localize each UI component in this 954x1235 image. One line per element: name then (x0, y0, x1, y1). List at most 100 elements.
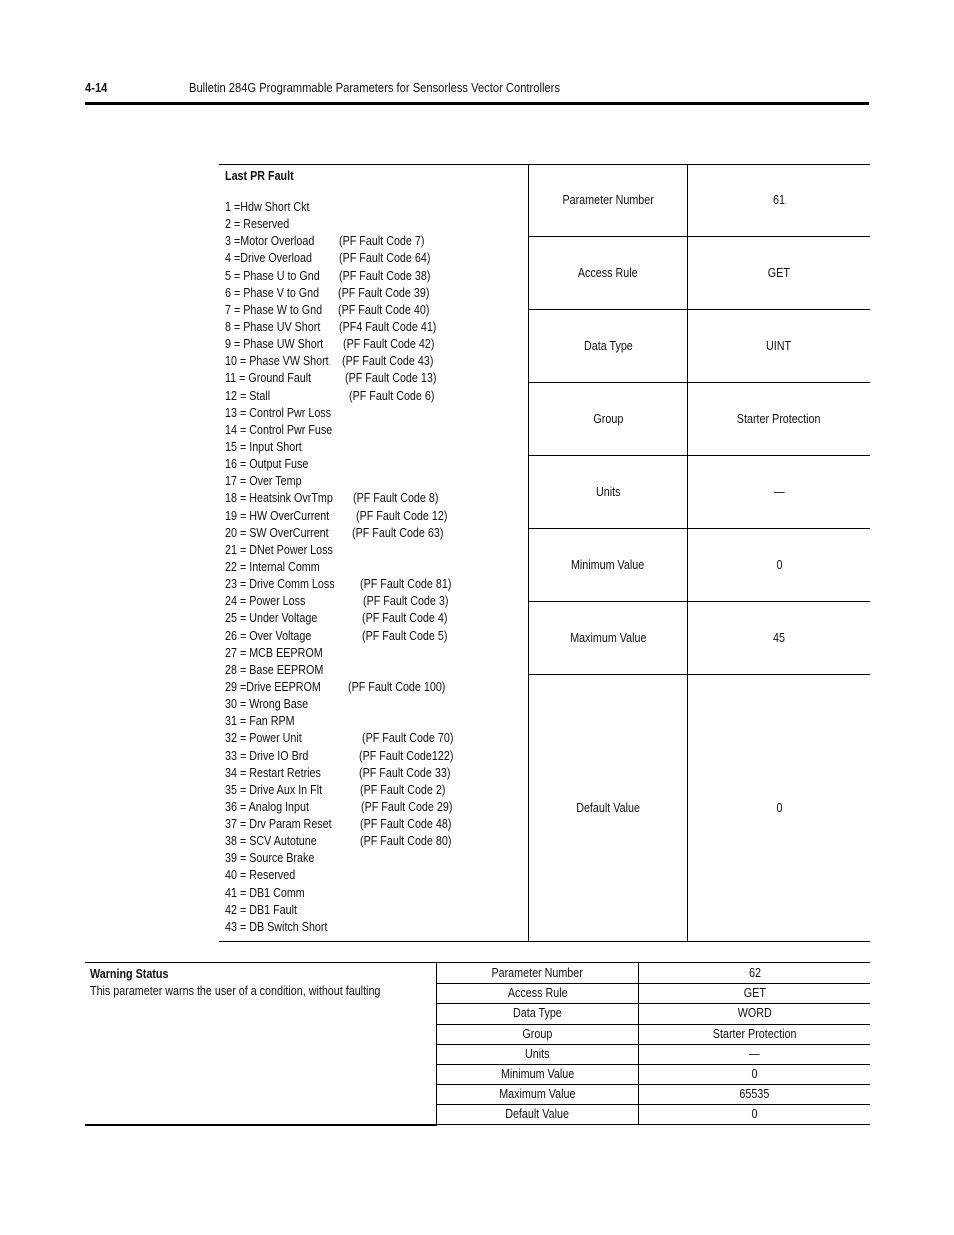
fault-label: 40 = Reserved (225, 868, 296, 883)
fault-item: 10 = Phase VW Short (PF Fault Code 43) (225, 353, 525, 370)
property-key: Data Type (513, 1006, 562, 1021)
table-bottom-rule (219, 941, 870, 942)
property-key: Access Rule (578, 266, 638, 280)
fault-label: 19 = HW OverCurrent (225, 508, 330, 523)
property-value: 61 (773, 193, 785, 207)
fault-item: 15 = Input Short (225, 439, 525, 456)
fault-code: (PF Fault Code 13) (345, 371, 437, 386)
fault-item: 35 = Drive Aux In Flt (PF Fault Code 2) (225, 782, 525, 799)
property-key: Units (595, 485, 621, 499)
fault-item: 7 = Phase W to Gnd (PF Fault Code 40) (225, 302, 525, 319)
fault-label: 7 = Phase W to Gnd (225, 302, 323, 317)
property-key: Parameter Number (491, 966, 584, 980)
fault-code: (PF Fault Code 48) (360, 817, 452, 832)
fault-item: 4 =Drive Overload (PF Fault Code 64) (225, 250, 525, 267)
fault-label: 41 = DB1 Comm (225, 885, 305, 900)
property-value: 62 (748, 966, 761, 980)
fault-item: 22 = Internal Comm (225, 559, 525, 576)
property-row: Units — (529, 456, 870, 529)
fault-label: 37 = Drv Param Reset (225, 817, 332, 832)
property-row: Data Type WORD (437, 1003, 870, 1025)
fault-code: (PF Fault Code 8) (353, 491, 439, 506)
header-rule (85, 102, 869, 105)
property-key: Minimum Value (571, 558, 645, 572)
fault-item: 26 = Over Voltage (PF Fault Code 5) (225, 628, 525, 645)
fault-label: 23 = Drive Comm Loss (225, 577, 335, 592)
property-value: 0 (751, 1107, 758, 1122)
fault-item: 40 = Reserved (225, 867, 525, 884)
fault-item: 9 = Phase UW Short (PF Fault Code 42) (225, 336, 525, 353)
fault-item: 32 = Power Unit (PF Fault Code 70) (225, 730, 525, 747)
fault-code: (PF Fault Code 81) (360, 577, 452, 592)
fault-code: (PF Fault Code 64) (339, 251, 431, 266)
fault-label: 28 = Base EEPROM (225, 662, 324, 677)
fault-item: 43 = DB Switch Short (225, 919, 525, 936)
fault-item: 24 = Power Loss (PF Fault Code 3) (225, 593, 525, 610)
fault-label: 5 = Phase U to Gnd (225, 268, 320, 283)
fault-label: 42 = DB1 Fault (225, 902, 298, 917)
fault-label: 17 = Over Temp (225, 474, 302, 489)
fault-label: 2 = Reserved (225, 217, 290, 232)
fault-label: 32 = Power Unit (225, 731, 302, 746)
fault-label: 8 = Phase UV Short (225, 319, 321, 334)
fault-label: 1 =Hdw Short Ckt (225, 200, 310, 214)
property-value: — (773, 485, 785, 499)
property-key: Default Value (576, 800, 640, 815)
fault-label: 33 = Drive IO Brd (225, 748, 309, 763)
property-row: Minimum Value 0 (437, 1064, 870, 1086)
fault-label: 36 = Analog Input (225, 799, 309, 814)
fault-code: (PF Fault Code 38) (339, 268, 431, 283)
property-value: GET (767, 266, 791, 280)
property-key: Data Type (583, 339, 633, 353)
property-row: Maximum Value 45 (529, 602, 870, 675)
fault-code: (PF Fault Code 33) (359, 765, 451, 780)
property-key: Group (522, 1026, 553, 1041)
property-key: Units (525, 1046, 550, 1061)
fault-label: 10 = Phase VW Short (225, 354, 329, 369)
fault-label: 26 = Over Voltage (225, 628, 312, 643)
property-key: Default Value (505, 1107, 570, 1122)
fault-label: 22 = Internal Comm (225, 559, 320, 574)
property-row: Parameter Number 61 (529, 164, 870, 237)
fault-item: 28 = Base EEPROM (225, 662, 525, 679)
fault-label: 35 = Drive Aux In Flt (225, 782, 323, 797)
parameter-description-text: This parameter warns the user of a condi… (90, 984, 381, 998)
fault-label: 29 =Drive EEPROM (225, 679, 321, 694)
fault-code: (PF Fault Code 39) (338, 285, 430, 300)
property-row: Data Type UINT (529, 310, 870, 383)
property-key: Maximum Value (499, 1087, 576, 1102)
fault-item: 5 = Phase U to Gnd (PF Fault Code 38) (225, 268, 525, 285)
fault-item: 21 = DNet Power Loss (225, 542, 525, 559)
fault-code: (PF Fault Code 7) (339, 234, 425, 249)
fault-code: (PF Fault Code 63) (352, 525, 444, 540)
fault-item: 41 = DB1 Comm (225, 885, 525, 902)
table-bottom-rule (85, 1124, 437, 1126)
fault-item: 29 =Drive EEPROM (PF Fault Code 100) (225, 679, 525, 696)
parameter-description: Warning Status This parameter warns the … (90, 966, 428, 1000)
parameter-title: Last PR Fault (225, 169, 294, 183)
fault-code: (PF Fault Code122) (359, 748, 454, 763)
fault-item: 23 = Drive Comm Loss (PF Fault Code 81) (225, 576, 525, 593)
fault-label: 11 = Ground Fault (225, 371, 312, 386)
property-row: Maximum Value 65535 (437, 1084, 870, 1106)
property-value: WORD (737, 1006, 772, 1021)
fault-label: 27 = MCB EEPROM (225, 645, 323, 660)
fault-item: 8 = Phase UV Short (PF4 Fault Code 41) (225, 319, 525, 336)
property-row: Access Rule GET (437, 983, 870, 1005)
fault-label: 16 = Output Fuse (225, 457, 309, 472)
fault-item: 42 = DB1 Fault (225, 902, 525, 919)
fault-item: 19 = HW OverCurrent (PF Fault Code 12) (225, 508, 525, 525)
fault-label: 3 =Motor Overload (225, 234, 315, 249)
fault-item: 6 = Phase V to Gnd (PF Fault Code 39) (225, 285, 525, 302)
property-key: Access Rule (507, 986, 568, 1001)
fault-item: 31 = Fan RPM (225, 713, 525, 730)
fault-item: 20 = SW OverCurrent (PF Fault Code 63) (225, 525, 525, 542)
warning-status-table: Warning Status This parameter warns the … (85, 962, 870, 1126)
property-row: Units — (437, 1044, 870, 1066)
fault-label: 14 = Control Pwr Fuse (225, 422, 333, 437)
property-value: GET (743, 986, 766, 1001)
fault-label: 6 = Phase V to Gnd (225, 285, 320, 300)
fault-item: 36 = Analog Input (PF Fault Code 29) (225, 799, 525, 816)
fault-code: (PF Fault Code 12) (356, 508, 448, 523)
property-value: Starter Protection (737, 412, 821, 426)
